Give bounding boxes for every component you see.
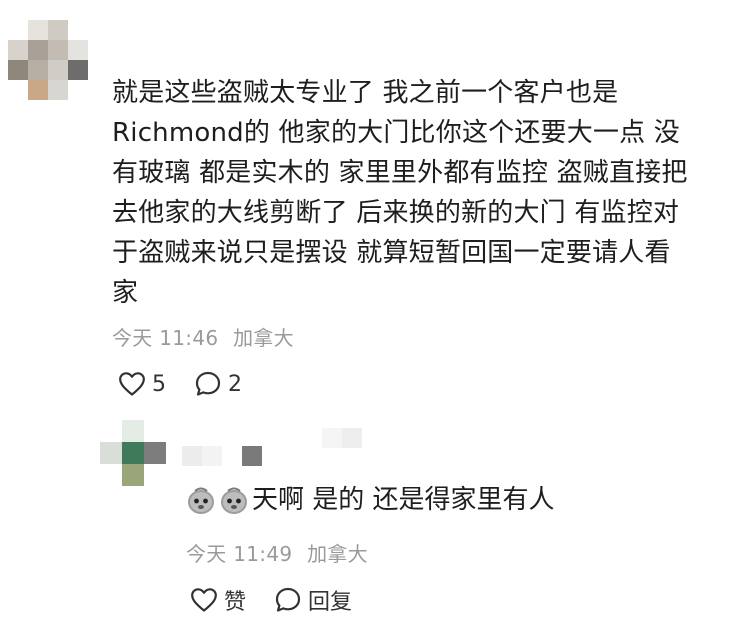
comment-meta: 今天 11:46 加拿大 — [112, 322, 294, 351]
reply-text-content: 天啊 是的 还是得家里有人 — [252, 485, 555, 515]
like-count: 5 — [152, 371, 166, 397]
comment-time: 今天 11:46 — [112, 326, 219, 350]
reply-button[interactable]: 2 — [194, 370, 242, 398]
sad-face-emoji-icon — [188, 487, 214, 514]
reply-time: 今天 11:49 — [186, 542, 293, 566]
reply-count: 2 — [228, 371, 242, 397]
sad-face-emoji-icon — [221, 487, 247, 514]
comment-bubble-icon — [195, 371, 221, 396]
reply-username-blurred[interactable] — [182, 428, 362, 468]
avatar[interactable] — [8, 20, 88, 100]
comment-location: 加拿大 — [233, 326, 294, 350]
reply-like-button[interactable]: 赞 — [190, 584, 246, 616]
reply-location: 加拿大 — [307, 542, 368, 566]
comment-actions: 5 2 — [118, 370, 270, 398]
reply-meta: 今天 11:49 加拿大 — [186, 538, 368, 567]
heart-icon — [119, 372, 145, 396]
reply-like-label: 赞 — [224, 590, 247, 615]
comment-text: 就是这些盗贼太专业了 我之前一个客户也是 Richmond的 他家的大门比你这个… — [112, 78, 688, 308]
reply-reply-button[interactable]: 回复 — [274, 584, 352, 616]
comment-bubble-icon — [275, 587, 301, 612]
reply-avatar[interactable] — [100, 420, 166, 486]
reply-reply-label: 回复 — [308, 590, 353, 615]
heart-icon — [191, 588, 217, 612]
reply-text: 天啊 是的 还是得家里有人 — [186, 481, 555, 519]
reply-actions: 赞 回复 — [190, 584, 380, 616]
like-button[interactable]: 5 — [118, 371, 166, 397]
